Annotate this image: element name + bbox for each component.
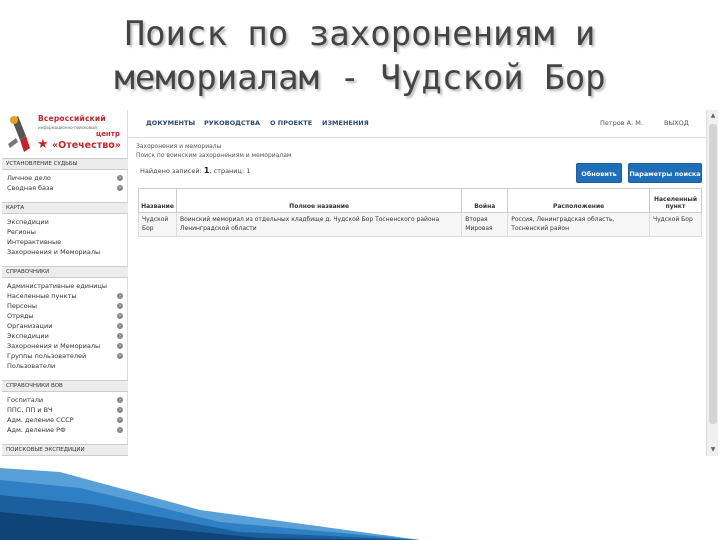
vertical-scrollbar[interactable]: ▲ ▼ (706, 110, 718, 456)
sidebar-item-expeditions[interactable]: Экспедиции (7, 218, 125, 227)
breadcrumb[interactable]: Захоронения и мемориалы (136, 143, 221, 150)
sidebar-item-label: Госпитали (7, 396, 44, 404)
sidebar-item-regions[interactable]: Регионы (7, 228, 125, 237)
chevron-right-icon: › (117, 343, 123, 349)
sidebar-item-organizations[interactable]: Организации › (7, 322, 125, 331)
user-name[interactable]: Петров А. М. (600, 119, 643, 127)
results-count: Найдено записей: 1, страниц: 1 (140, 166, 250, 175)
sidebar-item-label: Захоронения и Мемориалы (7, 342, 101, 350)
chevron-right-icon: › (117, 175, 123, 181)
sidebar: Всероссийский информационно-поисковый це… (2, 110, 128, 456)
sidebar-item-user-groups[interactable]: Группы пользователей › (7, 352, 125, 361)
logout-link[interactable]: ВЫХОД (664, 119, 689, 127)
cell-full-name: Воинский мемориал из отдельных кладбище … (175, 212, 463, 237)
sidebar-item-interactive[interactable]: Интерактивные (7, 238, 125, 247)
column-header[interactable]: Населенный пункт (648, 188, 703, 213)
refresh-button[interactable]: Обновить (576, 163, 622, 183)
sidebar-section-directories: Справочники (2, 266, 128, 278)
results-count-prefix: Найдено записей: (140, 167, 202, 175)
star-icon: ★ (37, 137, 49, 152)
sidebar-item-label: Адм. деление РФ (7, 426, 66, 434)
sidebar-section-ww2-directories: Справочники ВОВ (2, 380, 128, 392)
chevron-right-icon: › (117, 407, 123, 413)
slide-title: Поиск по захоронениям и мемориалам - Чуд… (114, 14, 606, 98)
column-header[interactable]: Война (461, 188, 509, 213)
main-content: ДОКУМЕНТЫ РУКОВОДСТВА О ПРОЕКТЕ ИЗМЕНЕНИ… (128, 110, 706, 456)
sidebar-item-label: Интерактивные (7, 238, 62, 246)
sidebar-item-rf-division[interactable]: Адм. деление РФ › (7, 426, 125, 435)
sidebar-item-label: Организации (7, 322, 53, 330)
table-row[interactable]: Чудской Бор Воинский мемориал из отдельн… (138, 212, 703, 237)
page-subtitle: Поиск по воинским захоронениям и мемориа… (136, 152, 292, 159)
sidebar-item-expeditions-dir[interactable]: Экспедиции › (7, 332, 125, 341)
logo-line4: «Отечество» (52, 140, 121, 151)
results-pages: , страниц: 1 (209, 167, 251, 175)
sidebar-item-label: Экспедиции (7, 218, 49, 226)
sidebar-item-label: Личное дело (7, 174, 51, 182)
torch-emblem-icon (8, 116, 30, 152)
chevron-right-icon: › (117, 353, 123, 359)
sidebar-item-label: Группы пользователей (7, 352, 87, 360)
sidebar-item-squads[interactable]: Отряды › (7, 312, 125, 321)
logo-line3: центр (96, 130, 120, 138)
logo-line2: информационно-поисковый (38, 125, 97, 130)
nav-about[interactable]: О ПРОЕКТЕ (270, 119, 312, 127)
sidebar-item-persons[interactable]: Персоны › (7, 302, 125, 311)
sidebar-item-label: Пользователи (7, 362, 56, 370)
sidebar-item-label: Экспедиции (7, 332, 49, 340)
sidebar-item-hospitals[interactable]: Госпитали › (7, 396, 125, 405)
cell-name: Чудской Бор (138, 212, 177, 237)
nav-documents[interactable]: ДОКУМЕНТЫ (146, 119, 195, 127)
table-header-row: Название Полное название Война Расположе… (138, 188, 703, 213)
sidebar-item-label: Административные единицы (7, 282, 108, 290)
app-screenshot: Всероссийский информационно-поисковый це… (2, 110, 718, 456)
top-navigation: ДОКУМЕНТЫ РУКОВОДСТВА О ПРОЕКТЕ ИЗМЕНЕНИ… (128, 110, 706, 138)
sidebar-item-burials[interactable]: Захоронения и Мемориалы › (7, 342, 125, 351)
scroll-thumb[interactable] (709, 124, 717, 424)
sidebar-item-settlements[interactable]: Населенные пункты › (7, 292, 125, 301)
cell-war: Вторая Мировая (461, 212, 509, 237)
sidebar-item-summary-base[interactable]: Сводная база › (7, 184, 125, 193)
chevron-right-icon: › (117, 323, 123, 329)
logo[interactable]: Всероссийский информационно-поисковый це… (2, 110, 128, 158)
sidebar-section-map: Карта (2, 202, 128, 214)
sidebar-item-ussr-division[interactable]: Адм. деление СССР › (7, 416, 125, 425)
chevron-right-icon: › (117, 185, 123, 191)
chevron-right-icon: › (117, 427, 123, 433)
column-header[interactable]: Расположение (507, 188, 650, 213)
sidebar-item-military-units[interactable]: ППС, ПП и ВЧ › (7, 406, 125, 415)
column-header[interactable]: Название (138, 188, 177, 213)
sidebar-item-burials-map[interactable]: Захоронения и Мемориалы (7, 248, 125, 257)
chevron-right-icon: › (117, 303, 123, 309)
sidebar-item-label: Персоны (7, 302, 37, 310)
sidebar-section-fate: Установление судьбы (2, 158, 128, 170)
column-header[interactable]: Полное название (175, 188, 463, 213)
sidebar-item-label: Отряды (7, 312, 34, 320)
sidebar-item-label: Населенные пункты (7, 292, 77, 300)
sidebar-item-label: Адм. деление СССР (7, 416, 74, 424)
sidebar-item-label: Сводная база (7, 184, 54, 192)
cell-location: Россия, Ленинградская область, Тосненски… (507, 212, 650, 237)
chevron-right-icon: › (117, 293, 123, 299)
search-params-button[interactable]: Параметры поиска (628, 163, 702, 183)
scroll-down-arrow-icon[interactable]: ▼ (709, 446, 717, 454)
chevron-right-icon: › (117, 397, 123, 403)
results-table: Название Полное название Война Расположе… (138, 188, 703, 237)
sidebar-item-personal-file[interactable]: Личное дело › (7, 174, 125, 183)
sidebar-item-users[interactable]: Пользователи (7, 362, 125, 371)
sidebar-item-admin-units[interactable]: Административные единицы (7, 282, 125, 291)
chevron-right-icon: › (117, 333, 123, 339)
sidebar-item-label: ППС, ПП и ВЧ (7, 406, 53, 414)
chevron-right-icon: › (117, 417, 123, 423)
chevron-right-icon: › (117, 313, 123, 319)
nav-changes[interactable]: ИЗМЕНЕНИЯ (322, 119, 369, 127)
logo-line1: Всероссийский (38, 114, 106, 123)
nav-guides[interactable]: РУКОВОДСТВА (204, 119, 260, 127)
decorative-blue-wave (0, 468, 420, 540)
sidebar-item-label: Захоронения и Мемориалы (7, 248, 101, 256)
scroll-up-arrow-icon[interactable]: ▲ (709, 112, 717, 120)
sidebar-item-label: Регионы (7, 228, 36, 236)
cell-settlement: Чудской Бор (648, 212, 703, 237)
